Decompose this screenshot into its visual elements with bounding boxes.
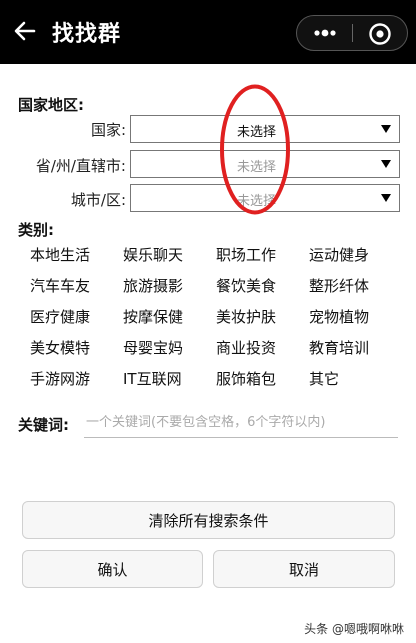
category-item[interactable]: 美女模特 xyxy=(30,337,90,358)
cancel-button[interactable]: 取消 xyxy=(213,550,395,588)
category-item[interactable]: 按摩保健 xyxy=(123,306,183,327)
category-item[interactable]: 职场工作 xyxy=(216,244,276,265)
watermark-text: 头条 @嗯哦啊咻咻 xyxy=(304,622,404,636)
province-label: 省/州/直辖市: xyxy=(35,157,126,175)
red-highlight-annotation xyxy=(220,84,290,215)
region-section-label: 国家地区: xyxy=(18,96,84,114)
category-item[interactable]: 娱乐聊天 xyxy=(123,244,183,265)
keyword-input[interactable] xyxy=(84,408,398,438)
category-item[interactable]: 本地生活 xyxy=(30,244,90,265)
category-item[interactable]: 餐饮美食 xyxy=(216,275,276,296)
back-arrow-icon[interactable] xyxy=(12,18,38,44)
category-item[interactable]: 旅游摄影 xyxy=(123,275,183,296)
city-label: 城市/区: xyxy=(70,191,126,209)
more-dots-icon[interactable] xyxy=(311,23,339,43)
category-item[interactable]: 宠物植物 xyxy=(309,306,369,327)
category-item[interactable]: 教育培训 xyxy=(309,337,369,358)
category-item[interactable]: 运动健身 xyxy=(309,244,369,265)
category-section-label: 类别: xyxy=(18,221,54,239)
dropdown-caret-icon xyxy=(381,125,391,133)
country-label: 国家: xyxy=(90,121,126,139)
category-item[interactable]: 母婴宝妈 xyxy=(123,337,183,358)
category-item[interactable]: IT互联网 xyxy=(123,368,182,389)
page-title: 找找群 xyxy=(52,22,122,47)
category-item[interactable]: 服饰箱包 xyxy=(216,368,276,389)
capsule-divider xyxy=(352,24,353,42)
clear-conditions-button[interactable]: 清除所有搜索条件 xyxy=(22,501,395,539)
category-item[interactable]: 商业投资 xyxy=(216,337,276,358)
dropdown-caret-icon xyxy=(381,194,391,202)
category-item[interactable]: 医疗健康 xyxy=(30,306,90,327)
top-bar: 找找群 xyxy=(0,0,416,64)
keyword-label: 关键词: xyxy=(18,416,69,434)
category-item[interactable]: 手游网游 xyxy=(30,368,90,389)
mini-program-capsule xyxy=(296,15,408,51)
target-circle-icon[interactable] xyxy=(368,22,392,46)
category-item[interactable]: 美妆护肤 xyxy=(216,306,276,327)
category-item[interactable]: 其它 xyxy=(309,368,339,389)
category-item[interactable]: 汽车车友 xyxy=(30,275,90,296)
category-item[interactable]: 整形纤体 xyxy=(309,275,369,296)
dropdown-caret-icon xyxy=(381,160,391,168)
confirm-button[interactable]: 确认 xyxy=(22,550,203,588)
